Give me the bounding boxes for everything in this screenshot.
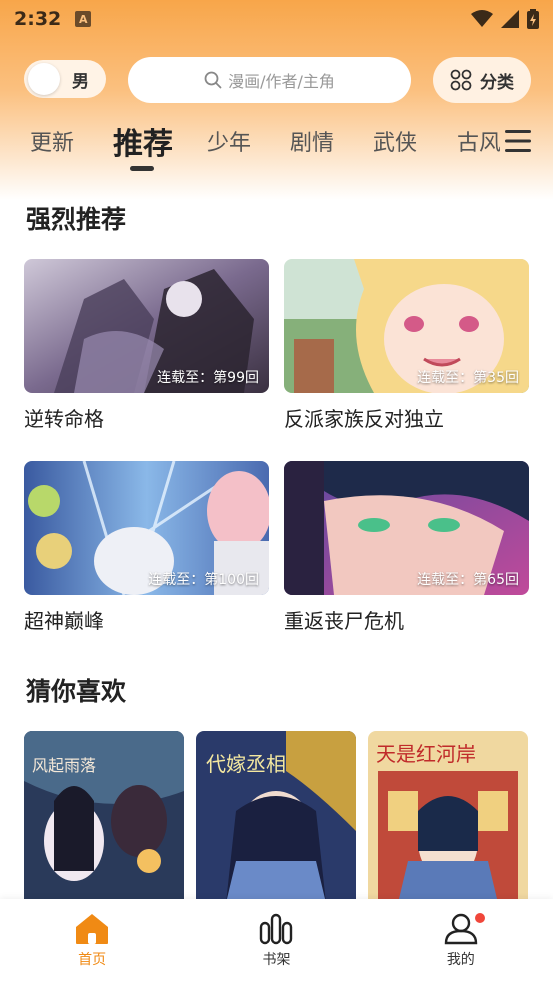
nav-home-label: 首页 bbox=[78, 952, 107, 968]
bottom-nav: 首页 书架 我的 bbox=[0, 899, 553, 983]
profile-icon bbox=[444, 913, 478, 945]
comic-cover[interactable]: 连载至：第99回 bbox=[24, 259, 269, 393]
tab-update[interactable]: 更新 bbox=[30, 125, 74, 157]
episode-label: 连载至：第35回 bbox=[417, 370, 519, 386]
tab-martial[interactable]: 武侠 bbox=[373, 125, 417, 157]
guess-title: 猜你喜欢 bbox=[26, 677, 127, 706]
notification-badge bbox=[474, 913, 485, 923]
comic-card[interactable]: 连载至：第99回 逆转命格 bbox=[24, 259, 269, 432]
search-placeholder: 漫画/作者/主角 bbox=[228, 72, 335, 91]
comic-cover[interactable]: 连载至：第65回 bbox=[284, 461, 529, 595]
recommended-cover[interactable]: 风起雨落 bbox=[24, 731, 184, 903]
cover-text: 代嫁丞相 bbox=[206, 752, 286, 776]
episode-label: 连载至：第99回 bbox=[157, 370, 259, 386]
featured-title: 强烈推荐 bbox=[26, 205, 127, 234]
comic-cover[interactable]: 连载至：第100回 bbox=[24, 461, 269, 595]
gender-toggle[interactable]: 男 bbox=[24, 60, 106, 98]
tab-drama[interactable]: 剧情 bbox=[290, 125, 334, 157]
search-icon bbox=[204, 71, 222, 89]
notification-app-icon: A bbox=[75, 11, 92, 27]
tab-youth[interactable]: 少年 bbox=[207, 125, 251, 157]
recommended-cover[interactable]: 代嫁丞相 bbox=[196, 731, 356, 903]
category-tabs: 更新 推荐 少年 剧情 武侠 古风 bbox=[0, 115, 500, 175]
comic-title: 重返丧尸危机 bbox=[284, 609, 404, 633]
cover-text: 风起雨落 bbox=[32, 756, 96, 775]
nav-profile[interactable]: 我的 bbox=[369, 899, 553, 983]
comic-title: 逆转命格 bbox=[24, 407, 104, 431]
wifi-icon bbox=[471, 10, 493, 27]
category-button[interactable]: 分类 bbox=[433, 57, 531, 103]
nav-home[interactable]: 首页 bbox=[0, 899, 184, 983]
tab-recommend[interactable]: 推荐 bbox=[113, 119, 173, 163]
comic-card[interactable]: 连载至：第65回 重返丧尸危机 bbox=[284, 461, 529, 634]
comic-title: 反派家族反对独立 bbox=[284, 407, 444, 431]
recommended-cover[interactable]: 天是红河岸 bbox=[368, 731, 528, 903]
tab-indicator bbox=[130, 166, 154, 171]
tab-ancient[interactable]: 古风 bbox=[457, 125, 500, 157]
status-icons bbox=[471, 9, 539, 29]
search-input[interactable]: 漫画/作者/主角 bbox=[128, 57, 411, 103]
toggle-knob[interactable] bbox=[28, 63, 60, 95]
status-time: 2:32 bbox=[14, 8, 62, 30]
category-label: 分类 bbox=[480, 72, 514, 93]
comic-card[interactable]: 连载至：第100回 超神巅峰 bbox=[24, 461, 269, 634]
battery-icon bbox=[527, 9, 539, 29]
episode-label: 连载至：第65回 bbox=[417, 572, 519, 588]
home-icon bbox=[76, 914, 109, 944]
bookshelf-icon bbox=[260, 913, 293, 945]
comic-title: 超神巅峰 bbox=[24, 609, 104, 633]
episode-label: 连载至：第100回 bbox=[148, 572, 259, 588]
status-bar: 2:32 A bbox=[0, 0, 553, 38]
gender-label: 男 bbox=[72, 71, 89, 92]
signal-icon bbox=[501, 10, 519, 28]
nav-bookshelf[interactable]: 书架 bbox=[184, 899, 368, 983]
nav-profile-label: 我的 bbox=[446, 952, 475, 968]
comic-cover[interactable]: 连载至：第35回 bbox=[284, 259, 529, 393]
nav-bookshelf-label: 书架 bbox=[262, 952, 291, 968]
menu-icon[interactable] bbox=[504, 128, 532, 154]
grid-icon bbox=[450, 69, 472, 91]
cover-text: 天是红河岸 bbox=[376, 742, 476, 766]
comic-card[interactable]: 连载至：第35回 反派家族反对独立 bbox=[284, 259, 529, 432]
